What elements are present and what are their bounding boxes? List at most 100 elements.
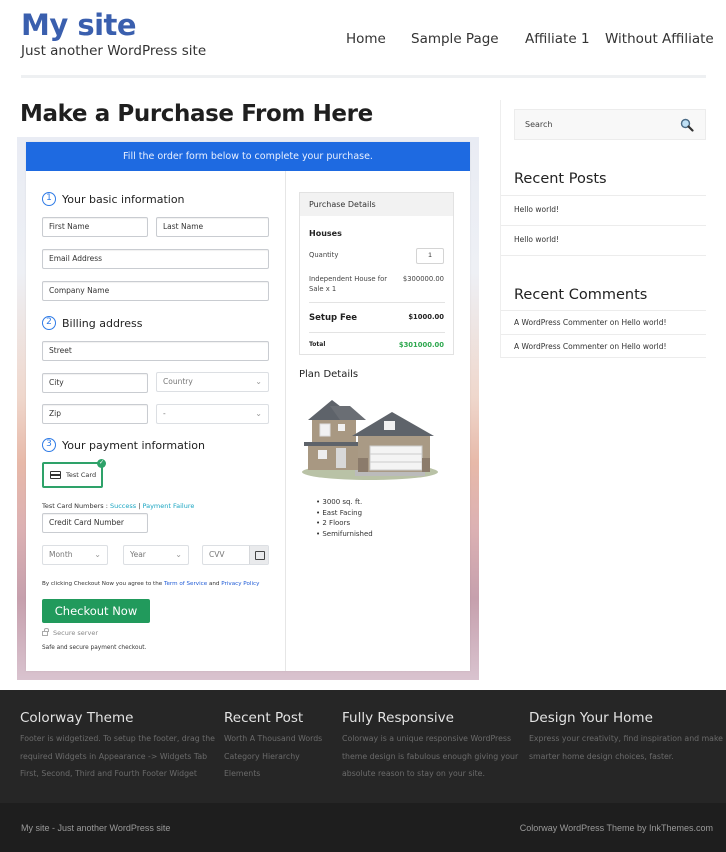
safe-checkout-note: Safe and secure payment checkout.	[42, 645, 147, 651]
footer-text-line: Footer is widgetized. To setup the foote…	[20, 734, 215, 743]
city-input[interactable]: City	[42, 373, 148, 393]
chevron-down-icon: ⌄	[175, 550, 182, 559]
country-select[interactable]: Country ⌄	[156, 372, 269, 392]
street-input[interactable]: Street	[42, 341, 269, 361]
search-placeholder: Search	[525, 120, 553, 129]
year-select[interactable]: Year ⌄	[123, 545, 189, 565]
footer-text-line: Colorway is a unique responsive WordPres…	[342, 734, 512, 743]
nav-without-affiliate[interactable]: Without Affiliate	[605, 31, 714, 47]
recent-comment-link[interactable]: A WordPress Commenter on Hello world!	[501, 334, 706, 358]
success-card-link[interactable]: Success	[110, 502, 136, 510]
item-name-line2: Sale x 1	[309, 285, 337, 293]
recent-posts-title: Recent Posts	[514, 171, 607, 187]
footer-col-title: Fully Responsive	[342, 710, 454, 726]
product-group: Houses	[309, 229, 342, 238]
footer-text-line: absolute reason to stay on your site.	[342, 769, 485, 778]
credit-card-icon	[50, 471, 61, 479]
email-input[interactable]: Email Address	[42, 249, 269, 269]
feature-item: 2 Floors	[316, 518, 373, 529]
form-banner: Fill the order form below to complete yo…	[26, 142, 470, 171]
footer-col-title: Recent Post	[224, 710, 304, 726]
zip-input[interactable]: Zip	[42, 404, 148, 424]
chevron-down-icon: ⌄	[94, 550, 101, 559]
recent-comments-title: Recent Comments	[514, 287, 648, 303]
card-number-input[interactable]: Credit Card Number	[42, 513, 148, 533]
item-name-line1: Independent House for	[309, 275, 388, 283]
page-title: Make a Purchase From Here	[20, 101, 373, 127]
recent-post-link[interactable]: Hello world!	[501, 225, 706, 255]
plan-details-heading: Plan Details	[299, 369, 359, 380]
footer-text-line: required Widgets in Appearance -> Widget…	[20, 751, 208, 761]
agree-text: By clicking Checkout Now you agree to th…	[42, 581, 164, 587]
step-billing-address: 2 Billing address	[42, 316, 142, 330]
total-value: $301000.00	[398, 341, 444, 349]
state-select-value: -	[163, 409, 166, 418]
step-number-icon: 3	[42, 438, 56, 452]
first-name-input[interactable]: First Name	[42, 217, 148, 237]
footer-post-link[interactable]: Category Hierarchy	[224, 748, 322, 766]
step-basic-info: 1 Your basic information	[42, 192, 185, 206]
last-name-input[interactable]: Last Name	[156, 217, 269, 237]
cvv-input[interactable]: CVV	[202, 545, 269, 565]
footer-col-responsive: Fully Responsive Colorway is a unique re…	[342, 710, 518, 783]
chevron-down-icon: ⌄	[255, 377, 262, 386]
step-number-icon: 1	[42, 192, 56, 206]
checkout-now-button[interactable]: Checkout Now	[42, 599, 150, 623]
search-input[interactable]: Search	[514, 109, 706, 140]
search-icon[interactable]	[680, 118, 694, 132]
footer-post-link[interactable]: Worth A Thousand Words	[224, 730, 322, 748]
house-image	[302, 400, 438, 480]
total-label: Total	[309, 341, 326, 348]
nav-sample-page[interactable]: Sample Page	[411, 31, 499, 47]
terms-agreement: By clicking Checkout Now you agree to th…	[42, 581, 259, 587]
month-select-value: Month	[49, 550, 73, 559]
state-select[interactable]: - ⌄	[156, 404, 269, 424]
footer-widgets: Colorway Theme Footer is widgetized. To …	[0, 690, 726, 803]
step-label: Your basic information	[62, 192, 185, 206]
recent-post-link[interactable]: Hello world!	[501, 195, 706, 225]
agree-and: and	[207, 581, 222, 587]
footer-post-link[interactable]: Elements	[224, 765, 322, 783]
footer-theme-credit-link[interactable]: Colorway WordPress Theme by InkThemes.co…	[520, 823, 713, 833]
cvv-placeholder: CVV	[209, 550, 225, 559]
plan-features: 3000 sq. ft. East Facing 2 Floors Semifu…	[316, 497, 373, 539]
payment-method-label: Test Card	[66, 471, 97, 479]
privacy-link[interactable]: Privacy Policy	[221, 581, 259, 587]
setup-fee-value: $1000.00	[408, 313, 444, 321]
column-divider	[285, 171, 286, 671]
chevron-down-icon: ⌄	[255, 409, 262, 418]
footer-text-line: theme design is fabulous enough giving y…	[342, 751, 519, 761]
footer-col-title: Colorway Theme	[20, 710, 134, 726]
footer-col-design-home: Design Your Home Express your creativity…	[529, 710, 723, 765]
lock-icon	[42, 627, 49, 636]
purchase-details-heading: Purchase Details	[300, 193, 453, 216]
month-select[interactable]: Month ⌄	[42, 545, 108, 565]
recent-comment-link[interactable]: A WordPress Commenter on Hello world!	[501, 310, 706, 334]
main-nav: Home Sample Page Affiliate 1 Without Aff…	[0, 31, 726, 49]
test-card-numbers: Test Card Numbers : Success | Payment Fa…	[42, 502, 194, 510]
secure-server-label: Secure server	[53, 629, 98, 637]
footer-text-line: smarter home design choices, faster.	[529, 751, 674, 761]
country-select-value: Country	[163, 377, 193, 386]
footer-site-link[interactable]: My site - Just another WordPress site	[21, 823, 170, 833]
payment-method-test-card[interactable]: Test Card ✓	[42, 459, 106, 488]
nav-home[interactable]: Home	[346, 31, 386, 47]
nav-affiliate-1[interactable]: Affiliate 1	[525, 31, 590, 47]
step-payment-info: 3 Your payment information	[42, 438, 205, 452]
check-icon: ✓	[97, 459, 106, 468]
divider	[309, 332, 445, 333]
failure-card-link[interactable]: Payment Failure	[142, 502, 194, 510]
step-label: Billing address	[62, 316, 143, 330]
quantity-input[interactable]: 1	[416, 248, 444, 264]
footer-col-colorway: Colorway Theme Footer is widgetized. To …	[20, 710, 215, 783]
step-label: Your payment information	[62, 438, 205, 452]
footer-text-line: First, Second, Third and Fourth Footer W…	[20, 769, 197, 778]
footer-bottom-bar: My site - Just another WordPress site Co…	[0, 803, 726, 852]
item-price: $300000.00	[402, 275, 444, 283]
order-form: Fill the order form below to complete yo…	[26, 142, 470, 671]
site-header: My site Just another WordPress site Home…	[0, 0, 726, 90]
purchase-details: Purchase Details Houses Quantity 1 Indep…	[299, 192, 454, 355]
company-input[interactable]: Company Name	[42, 281, 269, 301]
terms-link[interactable]: Term of Service	[164, 581, 207, 587]
year-select-value: Year	[130, 550, 146, 559]
